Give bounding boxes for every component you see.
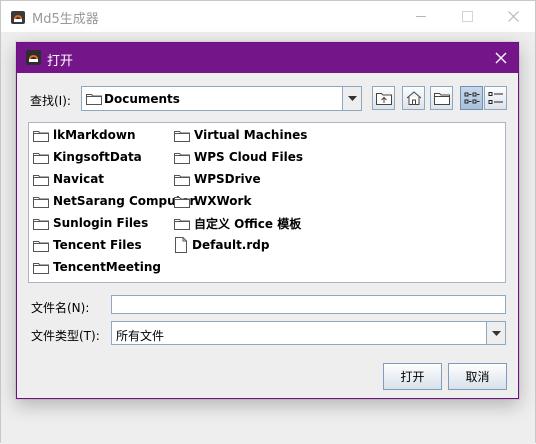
item-label: Sunlogin Files [53,216,149,230]
cancel-button[interactable]: 取消 [448,363,507,390]
item-label: lkMarkdown [53,128,136,142]
item-label: Navicat [53,172,105,186]
file-type-dropdown-button[interactable] [486,322,505,344]
folder-item[interactable]: TencentMeeting [33,257,161,277]
close-icon [495,52,507,64]
item-label: TencentMeeting [53,260,162,274]
folder-item[interactable]: Sunlogin Files [33,213,148,233]
close-button[interactable] [490,1,536,32]
folder-item[interactable]: 自定义 Office 模板 [174,213,301,233]
dialog-titlebar[interactable]: 打开 [17,43,518,73]
open-button[interactable]: 打开 [383,363,442,390]
folder-item[interactable]: lkMarkdown [33,125,136,145]
file-list[interactable]: lkMarkdown KingsoftData Navicat NetSarang C… [28,122,506,283]
java-app-icon [26,50,41,65]
folder-icon [33,262,49,274]
item-label: Tencent Files [53,238,142,252]
new-folder-icon [433,93,450,105]
folder-item[interactable]: WXWork [174,191,251,211]
item-label: WXWork [194,194,252,208]
folder-icon [33,218,49,230]
up-folder-icon [375,93,392,105]
dialog-close-button[interactable] [484,43,518,73]
folder-icon [174,196,190,208]
folder-icon [33,240,49,252]
item-label: WPS Cloud Files [194,150,304,164]
folder-item[interactable]: NetSarang Computer [33,191,195,211]
file-icon [175,237,187,253]
app-titlebar: Md5生成器 [1,1,535,32]
folder-icon [86,94,102,105]
home-button[interactable] [402,86,425,110]
minimize-icon [416,16,426,17]
folder-item[interactable]: KingsoftData [33,147,142,167]
list-view-icon [464,92,479,104]
open-file-dialog: 打开 查找(I): Documents lkMarkdown KingsoftD… [16,42,519,399]
details-view-button[interactable] [484,86,507,110]
folder-item[interactable]: WPSDrive [174,169,261,189]
folder-icon [174,218,190,230]
maximize-icon [461,11,473,22]
file-type-combo[interactable]: 所有文件 [111,321,506,345]
folder-item[interactable]: Virtual Machines [174,125,307,145]
java-app-icon [11,11,25,24]
folder-icon [174,152,190,164]
app-title: Md5生成器 [32,12,99,27]
minimize-button[interactable] [398,1,444,32]
look-in-dropdown-button[interactable] [342,87,361,110]
item-label: 自定义 Office 模板 [194,216,302,231]
details-view-icon [488,92,503,104]
file-type-value: 所有文件 [116,329,165,343]
file-item[interactable]: Default.rdp [174,235,269,255]
folder-icon [33,196,49,208]
item-label: Virtual Machines [194,128,308,142]
up-one-level-button[interactable] [372,86,395,110]
folder-icon [33,152,49,164]
folder-item[interactable]: Tencent Files [33,235,142,255]
maximize-button[interactable] [444,1,490,32]
folder-icon [174,174,190,186]
item-label: WPSDrive [194,172,261,186]
file-type-label: 文件类型(T): [31,329,100,343]
new-folder-button[interactable] [430,86,453,110]
item-label: KingsoftData [53,150,142,164]
folder-icon [33,130,49,142]
file-name-input[interactable] [111,295,506,314]
folder-icon [33,174,49,186]
look-in-combo[interactable]: Documents [81,86,362,111]
list-view-button[interactable] [460,86,483,110]
chevron-down-icon [347,96,357,101]
chevron-down-icon [491,330,501,336]
item-label: Default.rdp [192,238,270,252]
close-icon [507,11,519,22]
home-icon [406,91,421,105]
look-in-value: Documents [104,92,180,106]
folder-item[interactable]: Navicat [33,169,104,189]
folder-item[interactable]: WPS Cloud Files [174,147,303,167]
file-name-label: 文件名(N): [31,301,90,315]
look-in-label: 查找(I): [30,94,71,108]
folder-icon [174,130,190,142]
dialog-title: 打开 [47,54,74,69]
